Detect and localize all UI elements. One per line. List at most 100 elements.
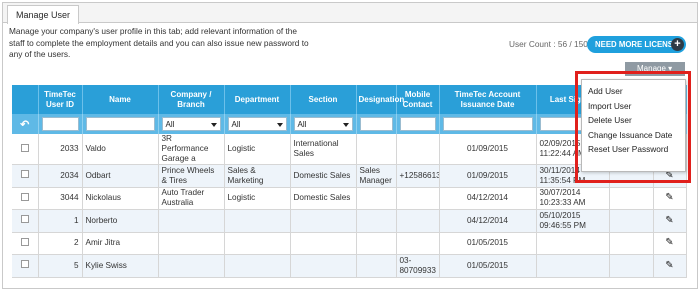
company-cell: 3R Performance Garage a (158, 134, 225, 165)
issuance-cell: 04/12/2014 (439, 187, 537, 210)
name-cell: Norberto (82, 209, 159, 233)
user-id-cell: 2033 (38, 134, 83, 165)
header-user-id[interactable]: TimeTec User ID (38, 85, 83, 114)
table-row[interactable]: 3044 Nickolaus Auto Trader Australia Logist… (12, 187, 687, 210)
section-cell (290, 232, 357, 255)
tab-manage-user[interactable]: Manage User (7, 5, 80, 24)
plus-icon: + (671, 38, 684, 51)
user-id-cell: 3044 (38, 187, 83, 210)
pencil-icon[interactable]: ✎ (665, 238, 673, 248)
company-cell (158, 232, 225, 255)
section-cell: Domestic Sales (290, 164, 357, 188)
mobile-cell (396, 134, 440, 165)
user-id-cell: 5 (38, 254, 83, 278)
filter-section-select[interactable]: All (293, 117, 353, 131)
company-cell: Auto Trader Australia (158, 187, 225, 210)
need-more-license-button[interactable]: NEED MORE LICENSE? + (587, 36, 686, 53)
name-cell: Valdo (82, 134, 159, 165)
user-count: User Count : 56 / 150 (509, 39, 588, 49)
company-cell: Prince Wheels & Tires (158, 164, 225, 188)
name-cell: Odbart (82, 164, 159, 188)
department-cell (224, 209, 291, 233)
last-sign-in-cell (536, 254, 610, 278)
table-row[interactable]: 5 Kylie Swiss 03-80709933 01/05/2015 ✎ (12, 254, 687, 278)
name-cell: Nickolaus (82, 187, 159, 210)
section-cell: International Sales (290, 134, 357, 165)
chevron-down-icon (342, 123, 349, 127)
department-cell: Sales & Marketing (224, 164, 291, 188)
filter-mobile-input[interactable] (399, 117, 436, 131)
department-cell: Logistic (224, 134, 291, 165)
edit-cell: ✎ (653, 187, 687, 210)
name-cell: Amir Jitra (82, 232, 159, 255)
page-description: Manage your company's user profile in th… (9, 26, 309, 59)
last-sign-in-cell: 30/07/2014 10:23:33 AM (536, 187, 610, 210)
chevron-down-icon (210, 123, 217, 127)
mobile-cell (396, 232, 440, 255)
name-cell: Kylie Swiss (82, 254, 159, 278)
header-section[interactable]: Section (290, 85, 357, 114)
pencil-icon[interactable]: ✎ (665, 193, 673, 203)
department-cell (224, 232, 291, 255)
header-company-branch[interactable]: Company / Branch (158, 85, 225, 114)
tab-bar: Manage User (3, 3, 697, 24)
pencil-icon[interactable]: ✎ (665, 260, 673, 271)
edit-cell: ✎ (653, 209, 687, 233)
table-row[interactable]: 1 Norberto 04/12/2014 05/10/2015 09:46:55 P… (12, 209, 687, 233)
designation-cell (356, 254, 397, 278)
filter-department-select[interactable]: All (227, 117, 287, 131)
extra-cell (609, 232, 654, 255)
designation-cell (356, 232, 397, 255)
filter-designation-input[interactable] (359, 117, 393, 131)
department-cell (224, 254, 291, 278)
license-button-label: NEED MORE LICENSE? (595, 40, 683, 49)
filter-user-id-input[interactable] (41, 117, 79, 131)
row-checkbox[interactable] (20, 260, 29, 269)
row-select-cell (12, 187, 39, 210)
row-select-cell (12, 254, 39, 278)
section-cell (290, 209, 357, 233)
last-sign-in-cell (536, 232, 610, 255)
row-checkbox[interactable] (20, 143, 29, 152)
user-id-cell: 2034 (38, 164, 83, 188)
last-sign-in-cell: 05/10/2015 09:46:55 PM (536, 209, 610, 233)
company-cell (158, 209, 225, 233)
row-checkbox[interactable] (20, 215, 29, 224)
designation-cell: Sales Manager (356, 164, 397, 188)
row-select-cell (12, 209, 39, 233)
designation-cell (356, 187, 397, 210)
row-checkbox[interactable] (20, 237, 29, 246)
reset-filter-icon[interactable]: ↶ (15, 118, 35, 131)
issuance-cell: 01/09/2015 (439, 164, 537, 188)
row-select-cell (12, 164, 39, 188)
filter-name-input[interactable] (85, 117, 155, 131)
mobile-cell: +125866132 (396, 164, 440, 188)
header-name[interactable]: Name (82, 85, 159, 114)
pencil-icon[interactable]: ✎ (665, 215, 673, 226)
row-select-cell (12, 232, 39, 255)
designation-cell (356, 209, 397, 233)
extra-cell (609, 254, 654, 278)
department-cell: Logistic (224, 187, 291, 210)
mobile-cell: 03-80709933 (396, 254, 440, 278)
issuance-cell: 01/09/2015 (439, 134, 537, 165)
issuance-cell: 01/05/2015 (439, 254, 537, 278)
section-cell: Domestic Sales (290, 187, 357, 210)
header-select (12, 85, 39, 114)
row-checkbox[interactable] (20, 192, 29, 201)
issuance-cell: 04/12/2014 (439, 209, 537, 233)
table-row[interactable]: 2 Amir Jitra 01/05/2015 ✎ (12, 232, 687, 255)
filter-issuance-input[interactable] (442, 117, 533, 131)
header-department[interactable]: Department (224, 85, 291, 114)
extra-cell (609, 187, 654, 210)
issuance-cell: 01/05/2015 (439, 232, 537, 255)
user-id-cell: 2 (38, 232, 83, 255)
edit-cell: ✎ (653, 232, 687, 255)
filter-company-select[interactable]: All (161, 117, 221, 131)
header-issuance-date[interactable]: TimeTec Account Issuance Date (439, 85, 537, 114)
highlight-box (575, 71, 691, 183)
header-mobile-contact[interactable]: Mobile Contact (396, 85, 440, 114)
mobile-cell (396, 209, 440, 233)
header-designation[interactable]: Designation (356, 85, 404, 114)
row-checkbox[interactable] (20, 170, 29, 179)
